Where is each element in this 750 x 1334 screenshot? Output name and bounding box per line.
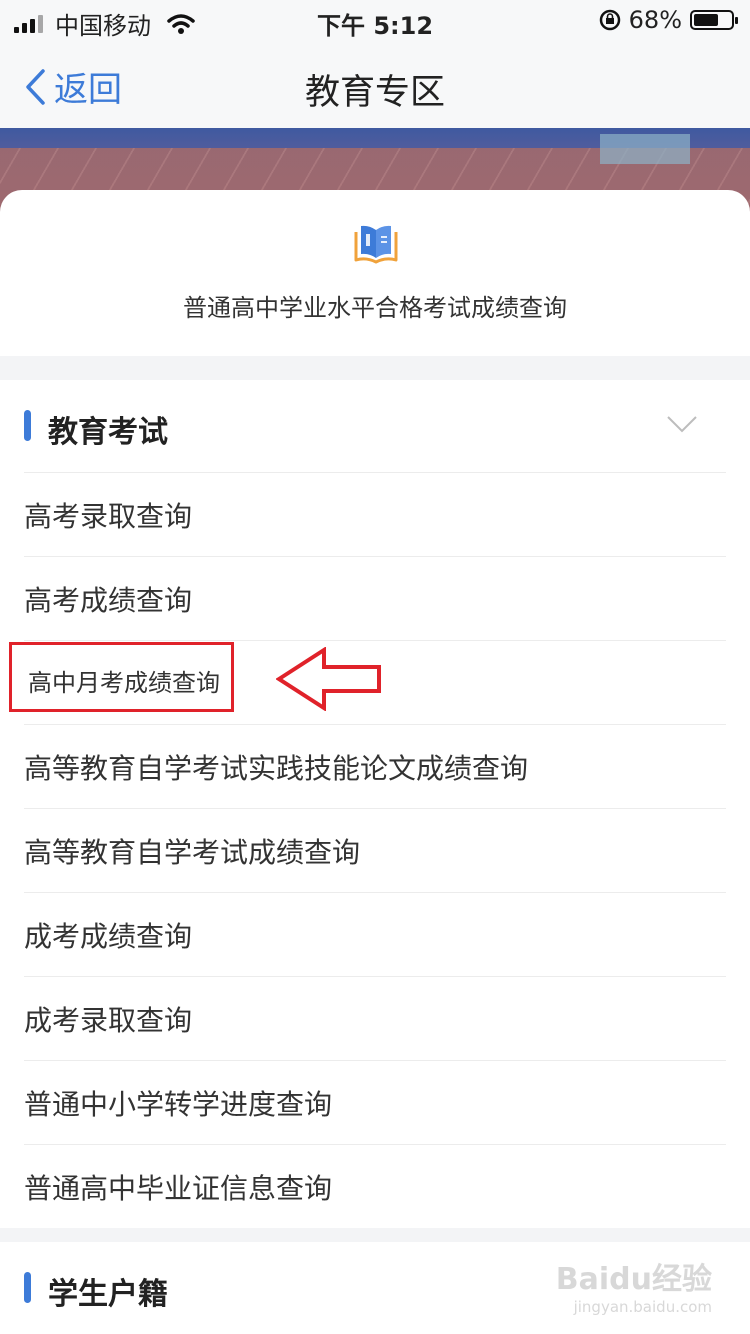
- list-item[interactable]: 高考录取查询: [24, 472, 726, 556]
- list-item-label: 普通高中毕业证信息查询: [24, 1172, 333, 1205]
- highlight-box: [9, 642, 234, 712]
- section-accent-bar: [24, 410, 31, 441]
- list-item[interactable]: 普通中小学转学进度查询: [24, 1060, 726, 1144]
- list-item-label: 高考录取查询: [24, 500, 193, 533]
- battery-icon: [690, 10, 738, 30]
- chevron-down-icon[interactable]: [666, 414, 698, 434]
- page-title: 教育专区: [304, 73, 445, 113]
- section-title: 学生户籍: [48, 1277, 168, 1312]
- education-exam-section: 教育考试 高考录取查询 高考成绩查询 高中月考成绩查询 高等教育自学考试实践技能…: [0, 380, 750, 1228]
- book-icon: [354, 225, 398, 264]
- arrow-left-icon: [276, 647, 381, 711]
- list-item-label: 成考录取查询: [24, 1004, 193, 1037]
- list-item-label: 高等教育自学考试实践技能论文成绩查询: [24, 752, 529, 785]
- list-item[interactable]: 高考成绩查询: [24, 556, 726, 640]
- section-title: 教育考试: [48, 415, 168, 450]
- navigation-bar: 返回 教育专区: [0, 44, 750, 128]
- list-item[interactable]: 成考成绩查询: [24, 892, 726, 976]
- list-item-label: 普通中小学转学进度查询: [24, 1088, 333, 1121]
- section-header[interactable]: 教育考试: [0, 380, 750, 472]
- list-item-label: 高考成绩查询: [24, 584, 193, 617]
- list-item[interactable]: 成考录取查询: [24, 976, 726, 1060]
- feature-label: 普通高中学业水平合格考试成绩查询: [183, 294, 567, 322]
- section-accent-bar: [24, 1272, 31, 1303]
- feature-card[interactable]: 普通高中学业水平合格考试成绩查询: [0, 190, 750, 356]
- battery-percent: 68%: [628, 6, 682, 34]
- list-item-label: 成考成绩查询: [24, 920, 193, 953]
- status-bar: 中国移动 下午 5:12 68%: [0, 0, 750, 44]
- list-item[interactable]: 高等教育自学考试成绩查询: [24, 808, 726, 892]
- list-item-label: 高等教育自学考试成绩查询: [24, 836, 361, 869]
- list-item[interactable]: 高等教育自学考试实践技能论文成绩查询: [24, 724, 726, 808]
- watermark-url: jingyan.baidu.com: [573, 1298, 712, 1316]
- watermark-brand: Baidu经验: [555, 1262, 712, 1297]
- list-item[interactable]: 普通高中毕业证信息查询: [24, 1144, 726, 1228]
- orientation-lock-icon: [599, 9, 620, 31]
- watermark: Baidu经验 jingyan.baidu.com: [556, 1254, 712, 1316]
